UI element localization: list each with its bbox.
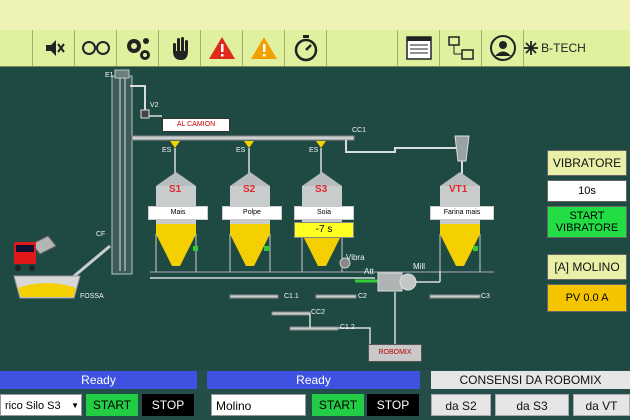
silo-s1-name: S1 <box>169 184 182 195</box>
silo-s3-timer: -7 s <box>294 222 354 238</box>
network-icon <box>447 36 474 60</box>
molino-field[interactable]: Molino <box>211 394 306 416</box>
silo-s1-product: Mais <box>148 206 208 220</box>
hand-icon <box>172 37 188 60</box>
start-vibratore-button[interactable]: START VIBRATORE <box>547 206 627 238</box>
view-button[interactable] <box>75 30 117 66</box>
consenso-s3-button[interactable]: da S3 <box>495 394 569 416</box>
silo-s2-product: Polpe <box>222 206 282 220</box>
conveyor-cc2[interactable] <box>271 311 311 316</box>
chevron-down-icon: ▼ <box>71 401 79 410</box>
consenso-s2-button[interactable]: da S2 <box>431 394 491 416</box>
mute-icon <box>45 40 65 56</box>
robomix-box[interactable]: ROBOMIX <box>368 344 422 362</box>
label-c11: C1.1 <box>284 293 299 300</box>
report-icon <box>405 36 432 60</box>
label-e1: E1 <box>105 72 114 79</box>
conveyor-c2[interactable] <box>315 294 357 299</box>
silo-select[interactable]: rico Silo S3 ▼ <box>0 394 82 416</box>
toolbar: B-TECH <box>0 30 630 67</box>
toolbar-spacer <box>0 30 33 66</box>
label-es1: ES <box>162 147 172 154</box>
vibratore-panel: VIBRATORE 10s START VIBRATORE <box>547 150 627 238</box>
left-status-bar: Ready <box>0 371 197 389</box>
molino-title: [A] MOLINO <box>547 254 627 280</box>
label-fossa: FOSSA <box>80 293 104 300</box>
label-vibra: Vibra <box>346 253 365 262</box>
middle-start-button[interactable]: START <box>312 394 364 416</box>
valve-v2[interactable] <box>140 109 150 119</box>
timers-button[interactable] <box>285 30 327 66</box>
stopwatch-icon <box>294 35 317 62</box>
elevator-e1[interactable] <box>111 69 133 275</box>
left-stop-button[interactable]: STOP <box>142 394 194 416</box>
label-c3: C3 <box>481 293 490 300</box>
truck-icon <box>14 235 57 271</box>
middle-status-bar: Ready <box>207 371 420 389</box>
consenso-vt-button[interactable]: da VT <box>573 394 630 416</box>
consensi-title: CONSENSI DA ROBOMIX <box>431 371 630 389</box>
conveyor-c11[interactable] <box>229 294 279 299</box>
label-es2: ES <box>236 147 246 154</box>
btech-logo-icon <box>524 41 539 55</box>
label-v2: V2 <box>150 102 159 109</box>
vibratore-title: VIBRATORE <box>547 150 627 176</box>
middle-stop-button[interactable]: STOP <box>367 394 419 416</box>
top-header-bar <box>0 0 630 32</box>
hopper-es2 <box>244 141 254 176</box>
hopper-es1 <box>170 141 180 176</box>
label-c2: C2 <box>358 293 367 300</box>
silo-vt1-name: VT1 <box>449 184 468 195</box>
label-cc2: CC2 <box>311 309 326 316</box>
cyclone <box>454 135 470 162</box>
manual-button[interactable] <box>159 30 201 66</box>
silo-s3-name: S3 <box>315 184 328 195</box>
label-cc1: CC1 <box>352 127 367 134</box>
user-icon <box>489 35 516 61</box>
conveyor-cc1[interactable] <box>131 135 355 141</box>
bottom-control-bar: Ready rico Silo S3 ▼ START STOP Ready Mol… <box>0 370 630 420</box>
user-button[interactable] <box>482 30 524 66</box>
report-button[interactable] <box>398 30 440 66</box>
plant-synoptic: E1 V2 CC1 CF FOSSA ES ES ES C1.1 CC2 C1.… <box>0 66 630 370</box>
label-es3: ES <box>309 147 319 154</box>
warnings-button[interactable] <box>243 30 285 66</box>
label-att: Att <box>364 267 374 276</box>
silo-s2-name: S2 <box>243 184 256 195</box>
mill[interactable] <box>377 271 441 292</box>
brand-logo: B-TECH <box>524 30 586 66</box>
molino-value: PV 0.0 A <box>547 284 627 312</box>
gears-icon <box>126 38 150 60</box>
conveyor-c3[interactable] <box>429 294 481 299</box>
toolbar-spacer-2 <box>327 30 398 66</box>
label-cf: CF <box>96 231 106 238</box>
settings-button[interactable] <box>117 30 159 66</box>
vibratore-time[interactable]: 10s <box>547 180 627 202</box>
glasses-icon <box>81 41 110 55</box>
alarms-button[interactable] <box>201 30 243 66</box>
mute-button[interactable] <box>33 30 75 66</box>
conveyor-c12[interactable] <box>289 326 339 331</box>
network-button[interactable] <box>440 30 482 66</box>
silo-select-value: rico Silo S3 <box>5 400 61 412</box>
warning-icon <box>250 37 277 59</box>
silo-vt1-product: Farina mais <box>430 206 494 220</box>
left-start-button[interactable]: START <box>86 394 138 416</box>
alarm-red-icon <box>208 37 235 59</box>
silo-s3-product: Soia <box>294 206 354 220</box>
brand-name: B-TECH <box>541 41 586 55</box>
label-c12: C1.2 <box>340 324 355 331</box>
al-camion-label[interactable]: AL CAMION <box>162 118 230 132</box>
start-vibratore-label: START VIBRATORE <box>555 210 619 234</box>
molino-panel: [A] MOLINO PV 0.0 A <box>547 254 627 312</box>
label-mill: Mill <box>413 262 425 271</box>
